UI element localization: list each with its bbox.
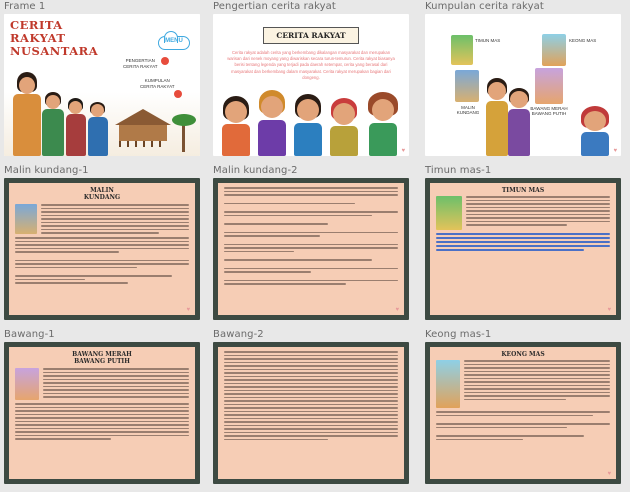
heading-banner: CERITA RAKYAT: [263, 27, 359, 44]
story-page: BAWANG MERAH BAWANG PUTIH: [9, 347, 195, 479]
frame-thumbnail[interactable]: [213, 342, 409, 484]
book-title: MALIN KUNDANG: [456, 105, 480, 115]
frame-label[interactable]: Pengertian cerita rakyat: [213, 1, 336, 12]
heart-icon: ♥: [395, 307, 399, 313]
story-image: [15, 204, 37, 234]
frame-label[interactable]: Timun mas-1: [425, 165, 491, 176]
story-page: MALIN KUNDANG: [9, 183, 195, 315]
frame-thumbnail[interactable]: BAWANG MERAH BAWANG PUTIH: [4, 342, 200, 484]
title-line: NUSANTARA: [10, 44, 99, 58]
characters-illustration: [10, 62, 120, 156]
dot-icon: [174, 90, 182, 98]
story-image: [436, 360, 460, 408]
story-heading: BAWANG MERAH BAWANG PUTIH: [72, 351, 132, 365]
definition-heading: CERITA RAKYAT: [276, 31, 346, 40]
menu-label: MENU: [165, 38, 183, 44]
kids-illustration: [485, 68, 531, 156]
story-page: [218, 347, 404, 479]
frame-label[interactable]: Kumpulan cerita rakyat: [425, 1, 544, 12]
selected-text[interactable]: [436, 233, 610, 251]
book-cover[interactable]: [535, 68, 563, 104]
kids-illustration: [573, 106, 619, 156]
link-line: PENGERTIAN: [125, 58, 155, 63]
title: CERITA RAKYAT NUSANTARA: [10, 19, 98, 58]
frame-thumbnail[interactable]: MALIN KUNDANG ♥: [4, 178, 200, 320]
kids-illustration: [219, 88, 405, 156]
frame-label[interactable]: Bawang-1: [4, 329, 55, 340]
story-page: TIMUN MAS: [430, 183, 616, 315]
frame-thumbnail[interactable]: TIMUN MAS KEONG MAS MALIN KUNDANG BAWANG…: [425, 14, 621, 156]
heart-icon: ♥: [401, 148, 405, 154]
book-cover[interactable]: [451, 35, 473, 65]
tree-illustration: [172, 112, 196, 152]
book-cover[interactable]: [455, 70, 479, 102]
frame-thumbnail[interactable]: TIMUN MAS ♥: [425, 178, 621, 320]
story-heading: TIMUN MAS: [501, 187, 545, 194]
frame-thumbnail[interactable]: ♥: [213, 178, 409, 320]
link-line: CERITA RAKYAT: [140, 83, 175, 89]
frame-label[interactable]: Malin kundang-2: [213, 165, 298, 176]
link-kumpulan[interactable]: KUMPULAN CERITA RAKYAT: [140, 78, 175, 89]
heart-icon: ♥: [607, 471, 611, 477]
link-line: KUMPULAN: [144, 78, 170, 83]
link-pengertian[interactable]: PENGERTIAN CERITA RAKYAT: [123, 58, 158, 69]
story-image: [436, 196, 462, 230]
heart-icon: ♥: [186, 307, 190, 313]
book-title: TIMUN MAS: [475, 38, 501, 43]
menu-cloud-icon[interactable]: MENU: [154, 30, 192, 52]
dot-icon: [161, 57, 169, 65]
link-line: CERITA RAKYAT: [123, 63, 158, 69]
heart-icon: ♥: [613, 148, 617, 154]
frame-label[interactable]: Frame 1: [4, 1, 45, 12]
frame-thumbnail[interactable]: CERITA RAKYAT NUSANTARA MENU PENGERTIAN …: [4, 14, 200, 156]
story-page: [218, 183, 404, 315]
definition-text: Cerita rakyat adalah cerita yang berkemb…: [227, 50, 395, 80]
frame-label[interactable]: Malin kundang-1: [4, 165, 89, 176]
frame-thumbnail[interactable]: KEONG MAS ♥: [425, 342, 621, 484]
heart-icon: ♥: [607, 307, 611, 313]
story-heading: KEONG MAS: [501, 351, 545, 358]
story-image: [15, 368, 39, 400]
frame-label[interactable]: Keong mas-1: [425, 329, 491, 340]
story-heading: MALIN KUNDANG: [83, 187, 121, 201]
book-cover[interactable]: [542, 34, 566, 66]
story-page: KEONG MAS: [430, 347, 616, 479]
book-title: KEONG MAS: [569, 38, 597, 43]
frame-label[interactable]: Bawang-2: [213, 329, 264, 340]
frame-thumbnail[interactable]: CERITA RAKYAT Cerita rakyat adalah cerit…: [213, 14, 409, 156]
book-title: BAWANG MERAH BAWANG PUTIH: [530, 106, 568, 116]
